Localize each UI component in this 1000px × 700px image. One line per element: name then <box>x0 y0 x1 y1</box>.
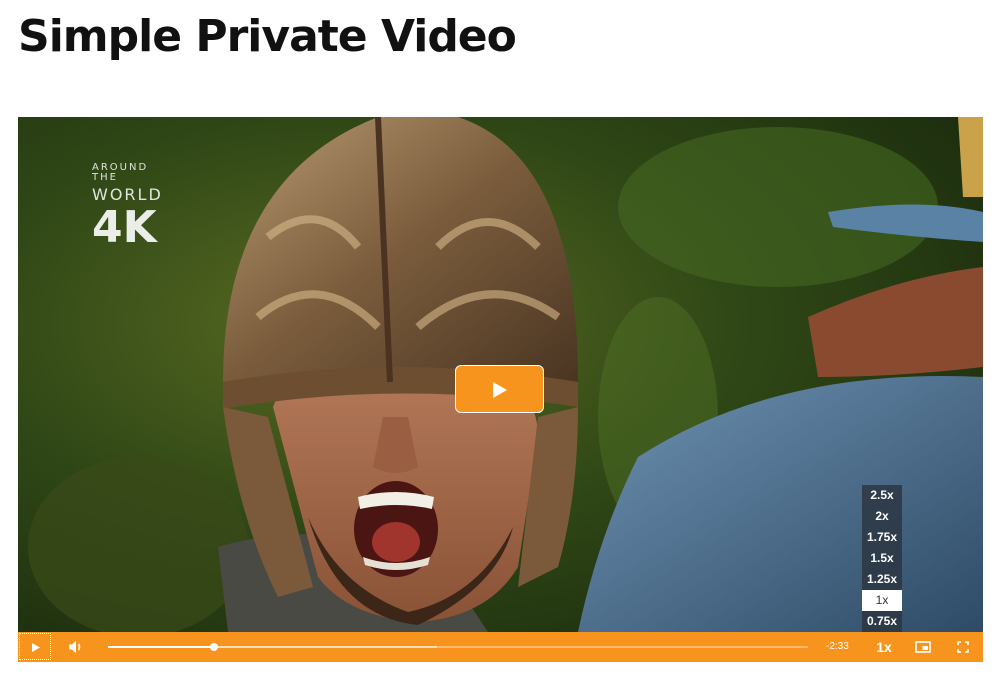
speed-option[interactable]: 1.75x <box>862 527 902 548</box>
remaining-time: -2:33 <box>826 641 849 652</box>
video-player[interactable]: AROUND THE WORLD 4K 2.5x 2x 1.75x 1.5x 1.25x… <box>18 117 983 662</box>
progress-handle[interactable] <box>210 643 219 651</box>
playback-rate-menu: 2.5x 2x 1.75x 1.5x 1.25x 1x 0.75x <box>862 485 902 632</box>
watermark-line-1: AROUND THE <box>92 162 149 183</box>
progress-played <box>108 646 215 648</box>
picture-in-picture-icon <box>915 641 931 653</box>
progress-bar[interactable] <box>108 643 808 651</box>
speed-option[interactable]: 2.5x <box>862 485 902 506</box>
fullscreen-button[interactable] <box>950 632 976 662</box>
control-bar: -2:33 1x <box>18 632 983 662</box>
big-play-button[interactable] <box>455 365 544 413</box>
play-icon <box>32 643 40 652</box>
picture-in-picture-button[interactable] <box>910 632 936 662</box>
volume-button[interactable] <box>62 632 92 662</box>
play-icon <box>493 382 507 398</box>
speed-option[interactable]: 1.25x <box>862 569 902 590</box>
speed-option[interactable]: 1.5x <box>862 548 902 569</box>
speed-option[interactable]: 1x <box>862 590 902 611</box>
channel-watermark: AROUND THE WORLD 4K <box>92 163 166 255</box>
page-title: Simple Private Video <box>18 11 517 62</box>
watermark-4k-logo: 4K <box>92 202 157 253</box>
play-button[interactable] <box>19 633 51 660</box>
playback-rate-button[interactable]: 1x <box>870 632 898 662</box>
volume-icon <box>69 641 81 653</box>
speed-option[interactable]: 0.75x <box>862 611 902 632</box>
watermark-line-2: WORLD <box>92 185 163 204</box>
fullscreen-icon <box>957 641 969 653</box>
speed-option[interactable]: 2x <box>862 506 902 527</box>
